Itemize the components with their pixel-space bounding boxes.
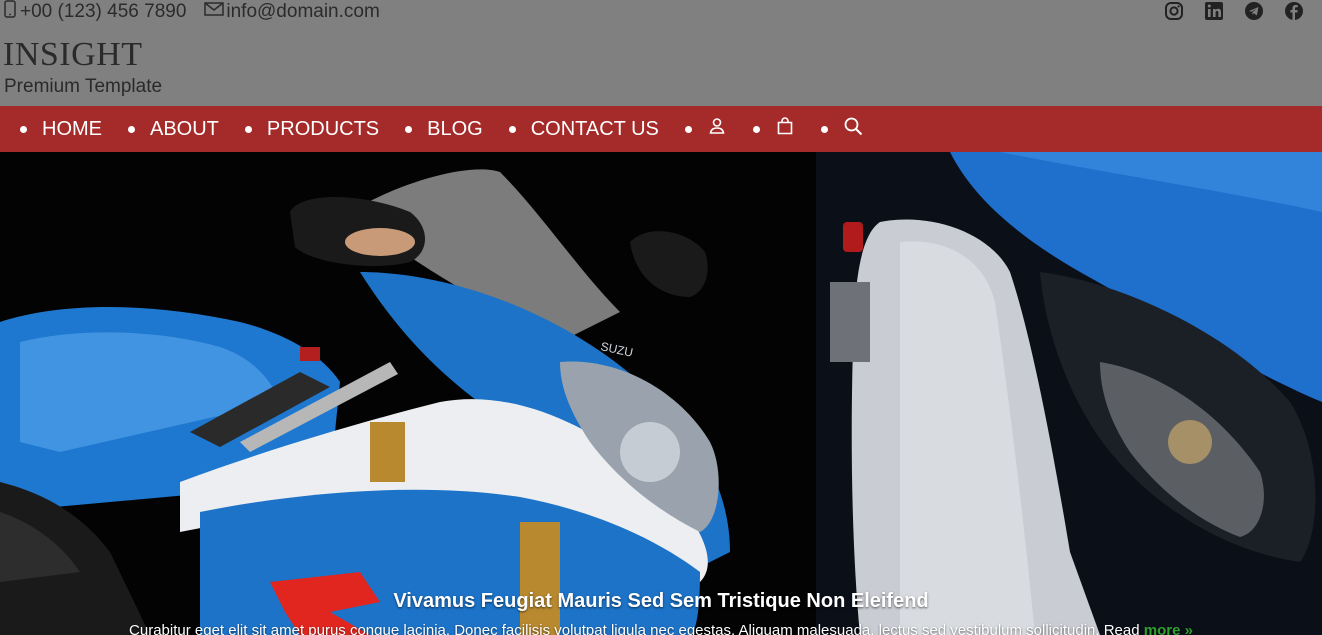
cart-icon [775, 116, 795, 142]
social-links [1164, 1, 1304, 21]
hero-slider[interactable]: SUZU Vivamus Feugiat Mauris Sed Sem Tris… [0, 152, 1322, 635]
linkedin-icon[interactable] [1204, 1, 1224, 21]
nav-item-about[interactable]: ABOUT [128, 118, 219, 141]
email-contact[interactable]: info@domain.com [204, 0, 380, 24]
top-header: +00 (123) 456 7890 info@domain.com INSIG… [0, 0, 1322, 106]
read-more-label: more [1143, 622, 1181, 635]
nav-item-contact-us[interactable]: CONTACT US [509, 118, 659, 141]
hero-image: SUZU [0, 152, 1322, 635]
phone-icon [2, 0, 18, 24]
nav-item-home[interactable]: HOME [20, 118, 102, 141]
read-more-link[interactable]: more » [1144, 622, 1193, 635]
site-logo-text[interactable]: INSIGHT [3, 36, 142, 74]
nav-item-blog[interactable]: BLOG [405, 118, 483, 141]
telegram-icon[interactable] [1244, 1, 1264, 21]
instagram-icon[interactable] [1164, 1, 1184, 21]
envelope-icon [204, 0, 225, 24]
site-tagline: Premium Template [4, 76, 163, 97]
facebook-icon[interactable] [1284, 1, 1304, 21]
slide-text: Curabitur eget elit sit amet purus congu… [129, 622, 1140, 635]
search-icon [843, 116, 863, 142]
slide-description: Curabitur eget elit sit amet purus congu… [0, 622, 1322, 635]
contact-info: +00 (123) 456 7890 info@domain.com [2, 0, 380, 24]
phone-contact[interactable]: +00 (123) 456 7890 [2, 0, 186, 24]
nav-item-products[interactable]: PRODUCTS [245, 118, 379, 141]
slide-title: Vivamus Feugiat Mauris Sed Sem Tristique… [393, 590, 929, 612]
phone-number: +00 (123) 456 7890 [20, 1, 187, 22]
double-chevron-right-icon: » [1184, 622, 1193, 635]
email-address: info@domain.com [226, 1, 380, 22]
nav-item-cart[interactable] [753, 116, 795, 142]
nav-item-search[interactable] [821, 116, 863, 142]
nav-item-account[interactable] [685, 116, 727, 142]
main-navigation: HOME ABOUT PRODUCTS BLOG CONTACT US [0, 106, 1322, 152]
user-icon [707, 116, 727, 142]
